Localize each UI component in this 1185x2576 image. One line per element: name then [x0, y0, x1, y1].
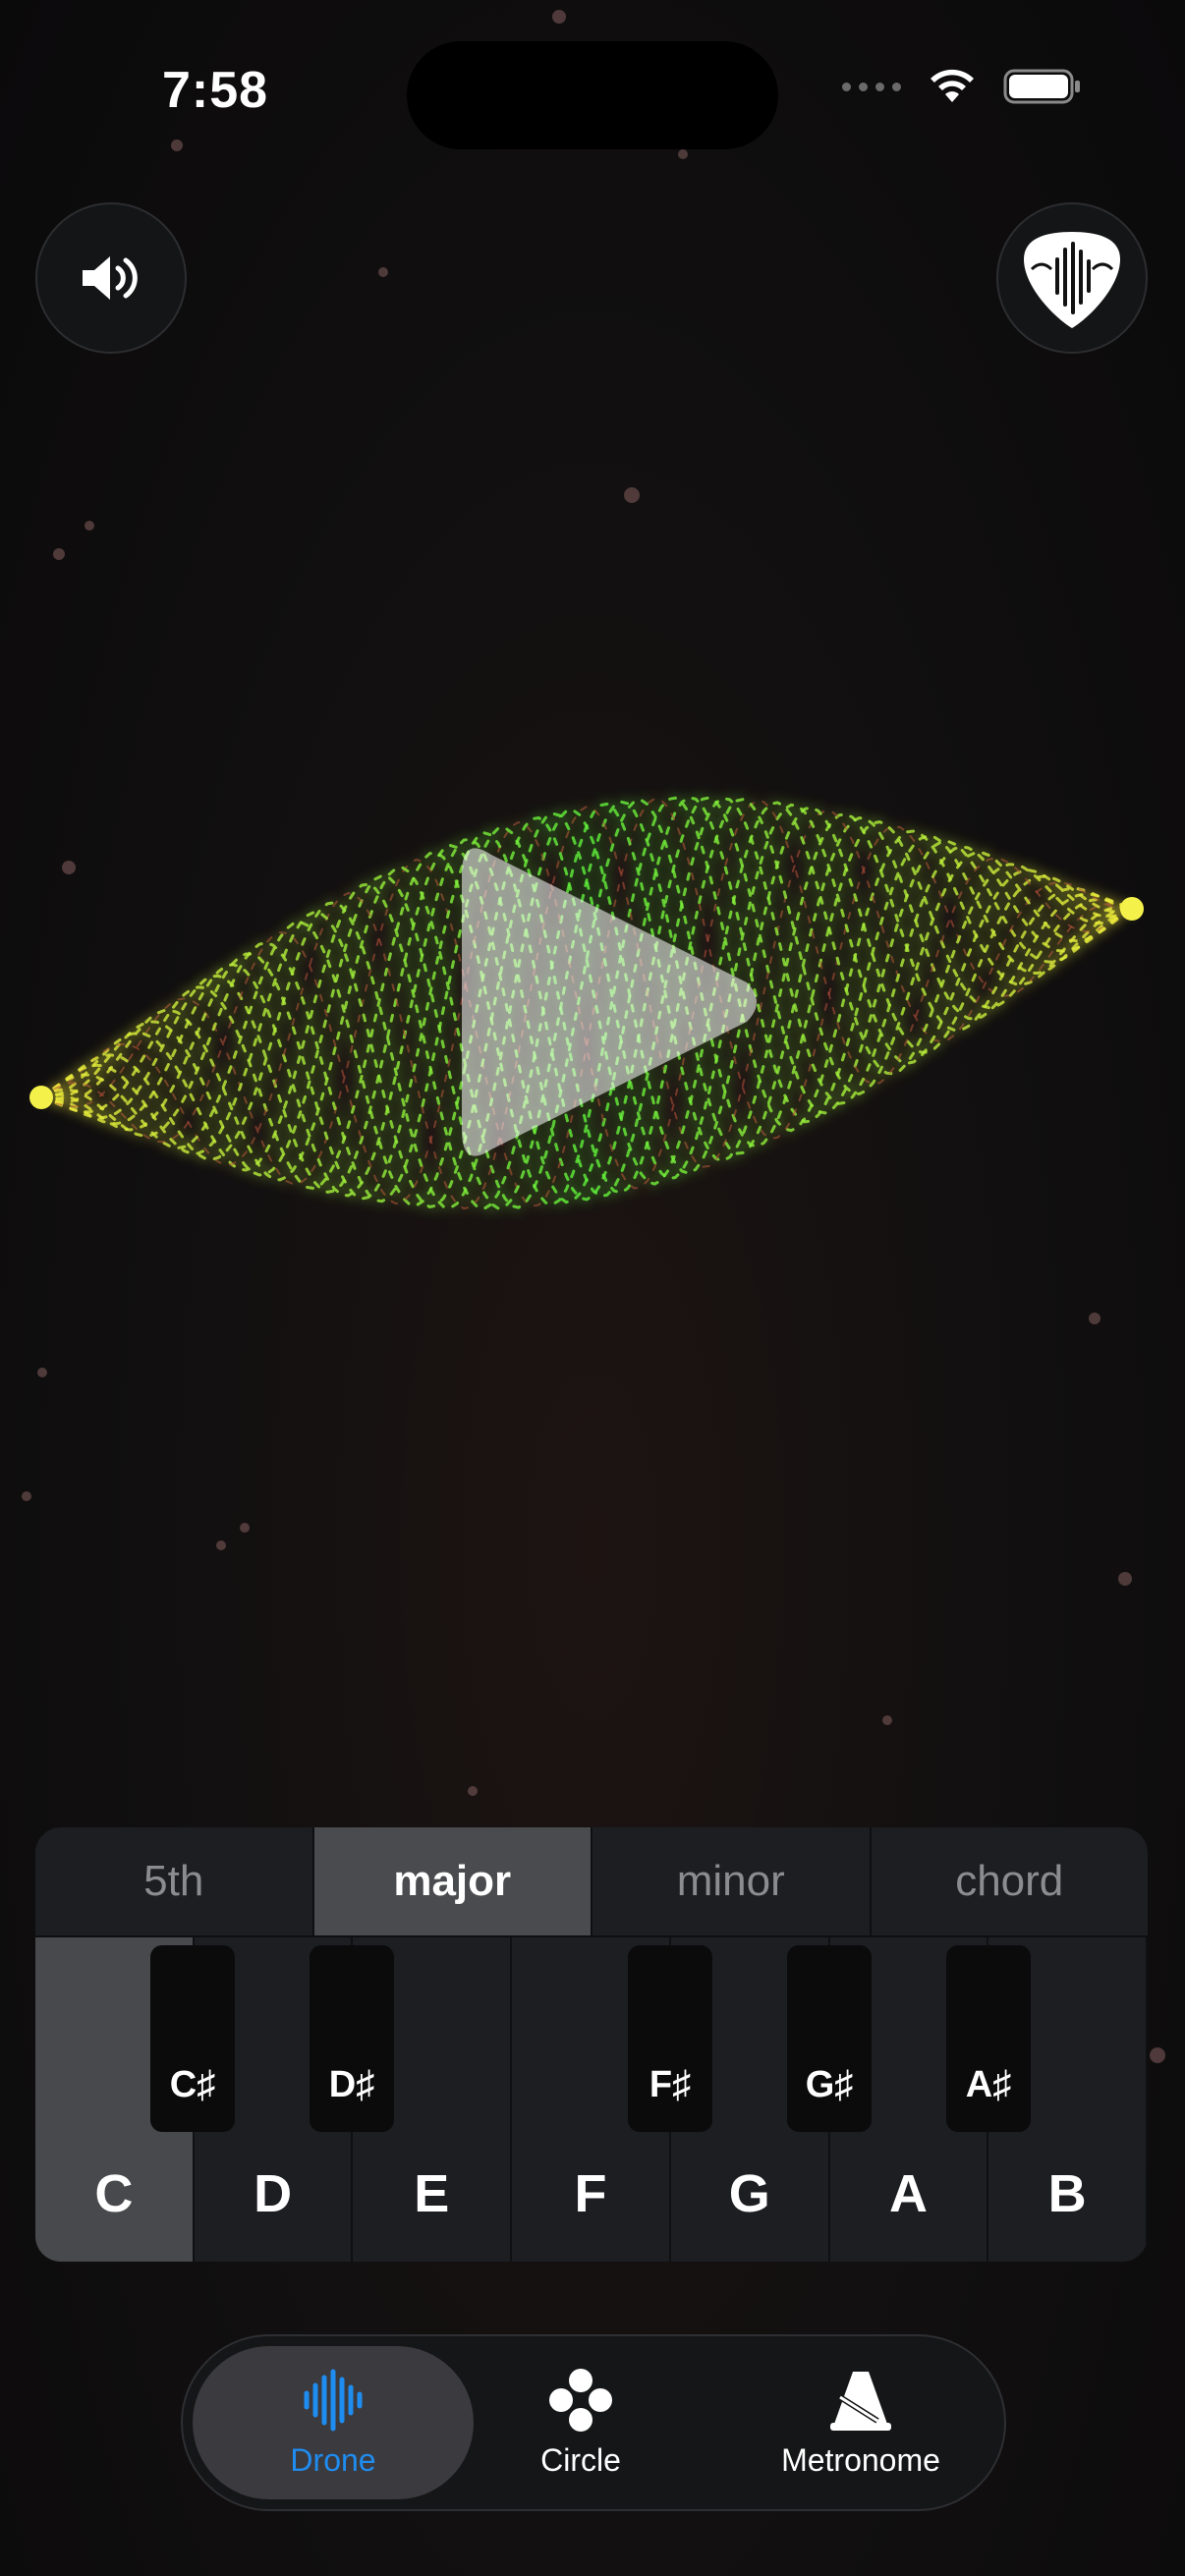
mode-5th[interactable]: 5th	[35, 1827, 314, 1935]
wave-left-node	[29, 1086, 53, 1109]
note-keyboard-panel: 5th major minor chord C D E F G A B C♯ D…	[35, 1827, 1148, 2262]
key-f-sharp[interactable]: F♯	[628, 1945, 712, 2132]
piano-keys: C D E F G A B C♯ D♯ F♯ G♯ A♯	[35, 1937, 1148, 2262]
wave-right-node	[1120, 897, 1144, 921]
tab-metronome[interactable]: Metronome	[753, 2346, 969, 2499]
key-d-sharp[interactable]: D♯	[310, 1945, 394, 2132]
speaker-wave-icon	[83, 256, 138, 300]
key-a-sharp[interactable]: A♯	[946, 1945, 1031, 2132]
guitar-pick-logo-icon	[1024, 232, 1120, 328]
key-g-sharp[interactable]: G♯	[787, 1945, 872, 2132]
volume-button[interactable]	[35, 202, 187, 354]
tab-circle[interactable]: Circle	[497, 2346, 664, 2499]
waveform-icon	[304, 2369, 363, 2431]
mode-minor[interactable]: minor	[592, 1827, 872, 1935]
status-indicators	[842, 67, 1082, 106]
dynamic-island	[407, 41, 778, 149]
tab-drone[interactable]: Drone	[193, 2346, 474, 2499]
wifi-icon	[931, 69, 974, 102]
mode-major[interactable]: major	[313, 1827, 592, 1935]
signal-dots-icon	[842, 82, 901, 91]
circle-of-fifths-icon	[549, 2368, 612, 2432]
tab-drone-label: Drone	[290, 2441, 376, 2478]
metronome-icon	[830, 2371, 891, 2431]
battery-icon	[1003, 69, 1080, 104]
play-icon[interactable]	[462, 835, 766, 1169]
chord-mode-selector: 5th major minor chord	[35, 1827, 1148, 1937]
status-time: 7:58	[162, 62, 269, 119]
bottom-tab-bar: Drone Circle Metronome	[181, 2334, 1006, 2511]
key-c-sharp[interactable]: C♯	[150, 1945, 235, 2132]
mode-chord[interactable]: chord	[872, 1827, 1149, 1935]
tab-metronome-label: Metronome	[781, 2441, 940, 2478]
app-logo-button[interactable]	[996, 202, 1148, 354]
tab-circle-label: Circle	[540, 2441, 621, 2478]
